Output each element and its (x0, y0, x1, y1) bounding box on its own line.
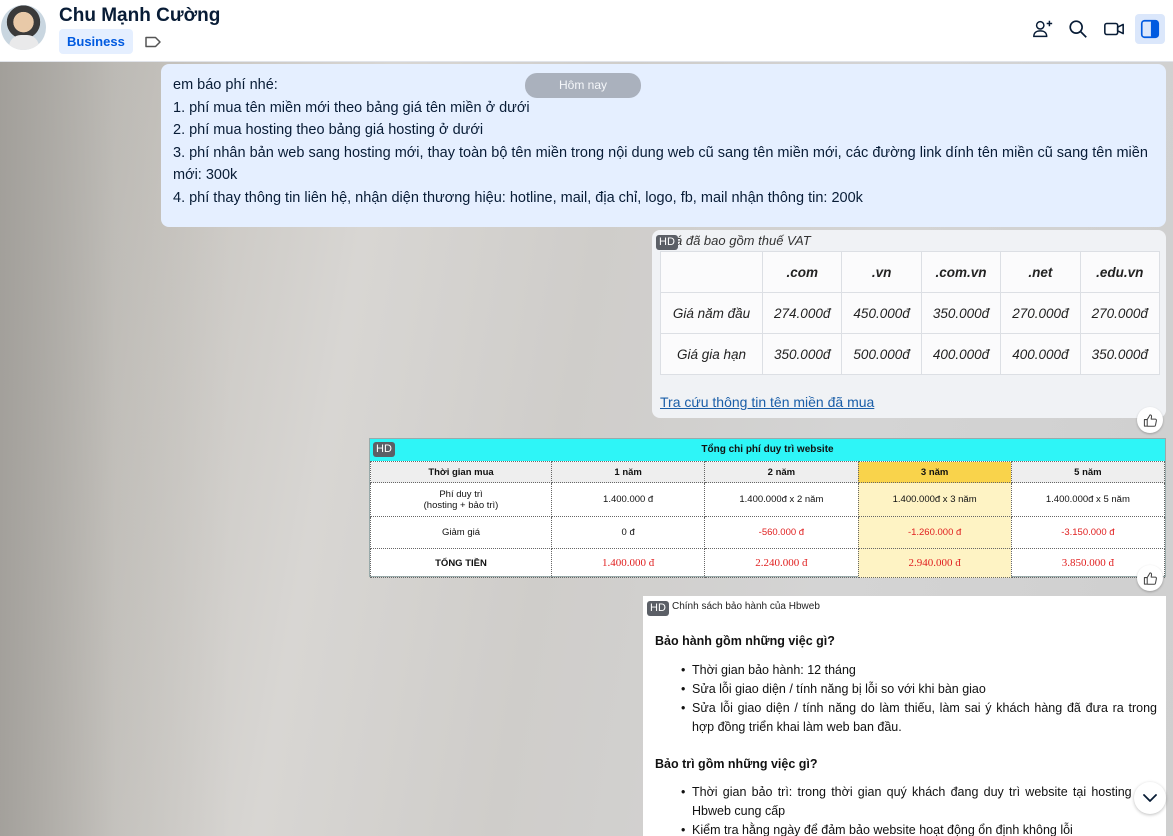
contact-name[interactable]: Chu Mạnh Cường (59, 5, 220, 27)
price-cell: 400.000đ (1000, 333, 1081, 375)
avatar[interactable] (1, 5, 46, 50)
section-heading: Bảo hành gồm những việc gì? (655, 634, 835, 648)
fee-cell: 1.400.000đ x 2 năm (704, 482, 859, 517)
price-cell: 500.000đ (841, 333, 922, 375)
price-cell: 450.000đ (841, 292, 922, 334)
chevron-down-icon (1143, 794, 1157, 802)
discount-cell: -1.260.000 đ (857, 516, 1012, 549)
hd-badge: HD (647, 601, 669, 616)
domain-lookup-link[interactable]: Tra cứu thông tin tên miền đã mua (660, 394, 874, 410)
video-call-icon (1104, 22, 1124, 36)
table-row: Giá gia hạn 350.000đ 500.000đ 400.000đ 4… (660, 333, 1161, 375)
section-heading: Bảo trì gồm những việc gì? (655, 757, 818, 771)
tag-icon[interactable] (144, 34, 162, 50)
row-label: Phí duy trì (hosting + bảo trì) (370, 482, 552, 517)
react-button[interactable] (1137, 407, 1163, 433)
maintenance-fee-image[interactable]: HD Tổng chi phí duy trì website Thời gia… (369, 438, 1166, 578)
table-row: Giảm giá 0 đ -560.000 đ -1.260.000 đ -3.… (370, 516, 1166, 549)
sidebar-toggle-button[interactable] (1135, 14, 1165, 44)
column-header: .com.vn (920, 251, 1002, 293)
price-cell: 400.000đ (920, 333, 1002, 375)
thumbs-up-icon (1143, 571, 1157, 585)
list-item: Thời gian bảo hành: 12 tháng (681, 661, 1157, 680)
search-icon (1069, 20, 1087, 38)
add-member-button[interactable] (1028, 14, 1058, 44)
fee-cell: 1.400.000đ x 5 năm (1010, 482, 1166, 517)
add-member-icon (1033, 20, 1053, 38)
warranty-policy-image[interactable]: HD Chính sách bảo hành của Hbweb Bảo hàn… (643, 596, 1166, 836)
column-header: .vn (841, 251, 922, 293)
hd-badge: HD (373, 442, 395, 457)
domain-price-image[interactable]: HD Giá đã bao gồm thuế VAT .com .vn .com… (652, 230, 1166, 418)
fee-cell: 1.400.000 đ (550, 482, 706, 517)
message-line: 4. phí thay thông tin liên hệ, nhận diện… (173, 189, 863, 206)
row-label: Giá năm đầu (660, 292, 763, 334)
table-row: Giá năm đầu 274.000đ 450.000đ 350.000đ 2… (660, 292, 1161, 334)
date-separator: Hôm nay (525, 73, 641, 98)
thumbs-up-icon (1143, 413, 1157, 427)
policy-title: Chính sách bảo hành của Hbweb (672, 601, 820, 612)
row-label: Giảm giá (370, 516, 552, 549)
column-header: .edu.vn (1079, 251, 1161, 293)
text-message[interactable]: em báo phí nhé: 1. phí mua tên miền mới … (161, 64, 1166, 227)
message-line: 1. phí mua tên miền mới theo bảng giá tê… (173, 99, 530, 116)
column-header: Thời gian mua (370, 461, 552, 483)
list-item: Sửa lỗi giao diện / tính năng bị lỗi so … (681, 680, 1157, 699)
domain-price-table: .com .vn .com.vn .net .edu.vn Giá năm đầ… (660, 251, 1161, 375)
message-line: 3. phí nhân bản web sang hosting mới, th… (173, 144, 1148, 184)
warranty-list: Thời gian bảo hành: 12 tháng Sửa lỗi gia… (681, 661, 1157, 737)
vat-caption: Giá đã bao gồm thuế VAT (662, 233, 811, 248)
price-cell: 350.000đ (920, 292, 1002, 334)
column-header: 3 năm (857, 461, 1012, 483)
video-call-button[interactable] (1099, 14, 1129, 44)
column-header: .com (761, 251, 843, 293)
column-header: 5 năm (1010, 461, 1166, 483)
price-cell: 350.000đ (761, 333, 843, 375)
price-cell: 350.000đ (1079, 333, 1161, 375)
price-cell: 270.000đ (1079, 292, 1161, 334)
react-button[interactable] (1137, 565, 1163, 591)
column-header: 1 năm (550, 461, 706, 483)
total-cell: 2.940.000 đ (857, 548, 1012, 578)
hd-badge: HD (656, 235, 678, 250)
search-button[interactable] (1063, 14, 1093, 44)
message-line: 2. phí mua hosting theo bảng giá hosting… (173, 122, 484, 138)
chat-header: Chu Mạnh Cường Business (0, 0, 1173, 62)
scroll-to-bottom-button[interactable] (1134, 782, 1166, 814)
business-badge: Business (59, 29, 133, 54)
discount-cell: -3.150.000 đ (1010, 516, 1166, 549)
price-cell: 270.000đ (1000, 292, 1081, 334)
maintenance-table: Thời gian mua 1 năm 2 năm 3 năm 5 năm Ph… (370, 461, 1166, 578)
sidebar-toggle-icon (1140, 19, 1160, 39)
maintenance-title: Tổng chi phí duy trì website (370, 439, 1165, 461)
total-cell: 1.400.000 đ (550, 548, 706, 578)
discount-cell: -560.000 đ (704, 516, 859, 549)
total-cell: 2.240.000 đ (704, 548, 859, 578)
table-row: Phí duy trì (hosting + bảo trì) 1.400.00… (370, 482, 1166, 517)
list-item: Sửa lỗi giao diện / tính năng do làm thi… (681, 699, 1157, 737)
message-line: em báo phí nhé: (173, 77, 278, 93)
chat-area[interactable]: em báo phí nhé: 1. phí mua tên miền mới … (0, 62, 1173, 836)
discount-cell: 0 đ (550, 516, 706, 549)
row-label: Giá gia hạn (660, 333, 763, 375)
fee-cell: 1.400.000đ x 3 năm (857, 482, 1012, 517)
column-header: 2 năm (704, 461, 859, 483)
price-cell: 274.000đ (761, 292, 843, 334)
maintenance-list: Thời gian bảo trì: trong thời gian quý k… (681, 783, 1157, 836)
list-item: Thời gian bảo trì: trong thời gian quý k… (681, 783, 1157, 821)
column-header: .net (1000, 251, 1081, 293)
list-item: Kiểm tra hằng ngày để đảm bảo website ho… (681, 821, 1157, 836)
row-label: TỔNG TIỀN (370, 548, 552, 578)
table-row: TỔNG TIỀN 1.400.000 đ 2.240.000 đ 2.940.… (370, 548, 1166, 578)
